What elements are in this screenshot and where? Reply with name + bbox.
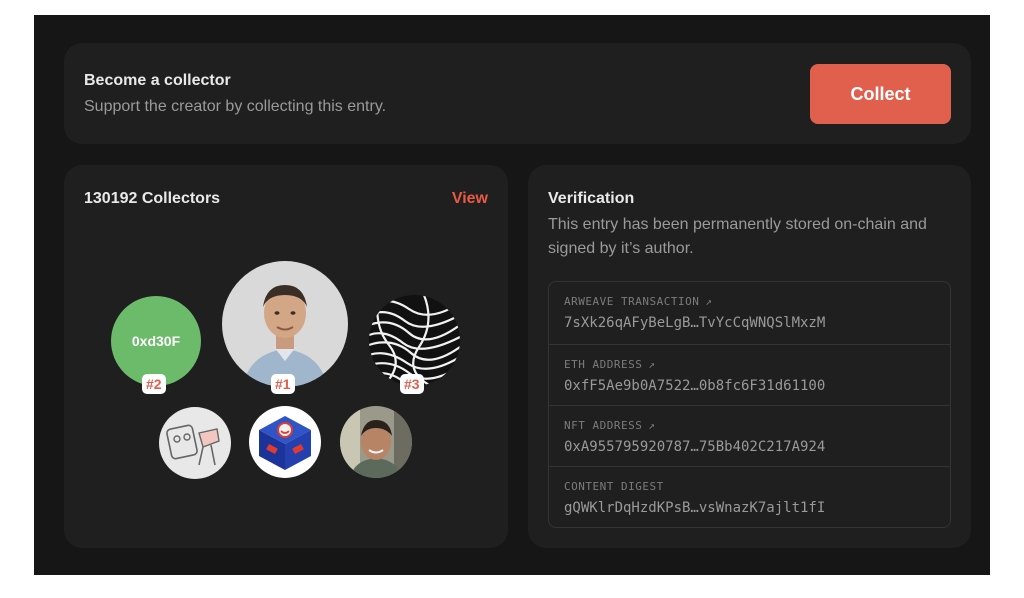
content-digest-value: gQWKlrDqHzdKPsB…vsWnazK7ajlt1fI (564, 500, 826, 516)
nft-address-link[interactable]: NFT ADDRESS ↗ (564, 419, 655, 432)
cube-art-image (249, 406, 321, 478)
verification-description: This entry has been permanently stored o… (548, 216, 927, 257)
sketch-art-image (159, 407, 231, 479)
eth-address-label: ETH ADDRESS (564, 358, 643, 371)
rank-badge-1: #1 (271, 374, 295, 394)
verification-title: Verification (548, 190, 635, 207)
rank-badge-2: #2 (142, 374, 166, 394)
verification-row-arweave: ARWEAVE TRANSACTION ↗ 7sXk26qAFyBeLgB…TvY… (549, 282, 950, 344)
collector-avatar-rank-1[interactable] (222, 261, 348, 387)
selfie-photo-image (340, 406, 412, 478)
collector-avatar-rank-2[interactable]: 0xd30F (111, 296, 201, 386)
eth-address-value: 0xfF5Ae9b0A7522…0b8fc6F31d61100 (564, 378, 826, 394)
external-link-icon: ↗ (648, 419, 656, 432)
collector-avatar[interactable] (249, 406, 321, 478)
portrait-photo-image (222, 261, 348, 387)
collector-avatar-rank-3[interactable] (369, 295, 460, 386)
eth-address-link[interactable]: ETH ADDRESS ↗ (564, 358, 655, 371)
abstract-art-image (369, 295, 460, 386)
entry-panel: Become a collector Support the creator b… (34, 15, 990, 575)
verification-table: ARWEAVE TRANSACTION ↗ 7sXk26qAFyBeLgB…TvY… (548, 281, 951, 528)
verification-card: Verification This entry has been permane… (528, 165, 971, 548)
collector-avatar[interactable] (340, 406, 412, 478)
verification-row-eth: ETH ADDRESS ↗ 0xfF5Ae9b0A7522…0b8fc6F31d6… (549, 344, 950, 406)
nft-address-value: 0xA955795920787…75Bb402C217A924 (564, 439, 826, 455)
view-collectors-link[interactable]: View (452, 190, 488, 208)
collect-subtitle: Support the creator by collecting this e… (84, 98, 387, 115)
collectors-card: 130192 Collectors View 0xd30F #2 #1 #3 (64, 165, 508, 548)
verification-row-digest: CONTENT DIGEST gQWKlrDqHzdKPsB…vsWnazK7a… (549, 466, 950, 528)
arweave-transaction-label: ARWEAVE TRANSACTION (564, 295, 700, 308)
collect-button[interactable]: Collect (810, 64, 951, 124)
collector-avatar[interactable] (159, 407, 231, 479)
verification-row-nft: NFT ADDRESS ↗ 0xA955795920787…75Bb402C217… (549, 405, 950, 467)
collect-title: Become a collector (84, 72, 231, 89)
rank-badge-3: #3 (400, 374, 424, 394)
content-digest-label: CONTENT DIGEST (564, 480, 664, 493)
nft-address-label: NFT ADDRESS (564, 419, 643, 432)
collect-card: Become a collector Support the creator b… (64, 43, 971, 144)
arweave-transaction-link[interactable]: ARWEAVE TRANSACTION ↗ (564, 295, 712, 308)
collectors-count: 130192 Collectors (84, 190, 221, 207)
external-link-icon: ↗ (648, 358, 656, 371)
collector-address-label: 0xd30F (131, 333, 181, 349)
external-link-icon: ↗ (705, 295, 713, 308)
arweave-transaction-value: 7sXk26qAFyBeLgB…TvYcCqWNQSlMxzM (564, 315, 826, 331)
